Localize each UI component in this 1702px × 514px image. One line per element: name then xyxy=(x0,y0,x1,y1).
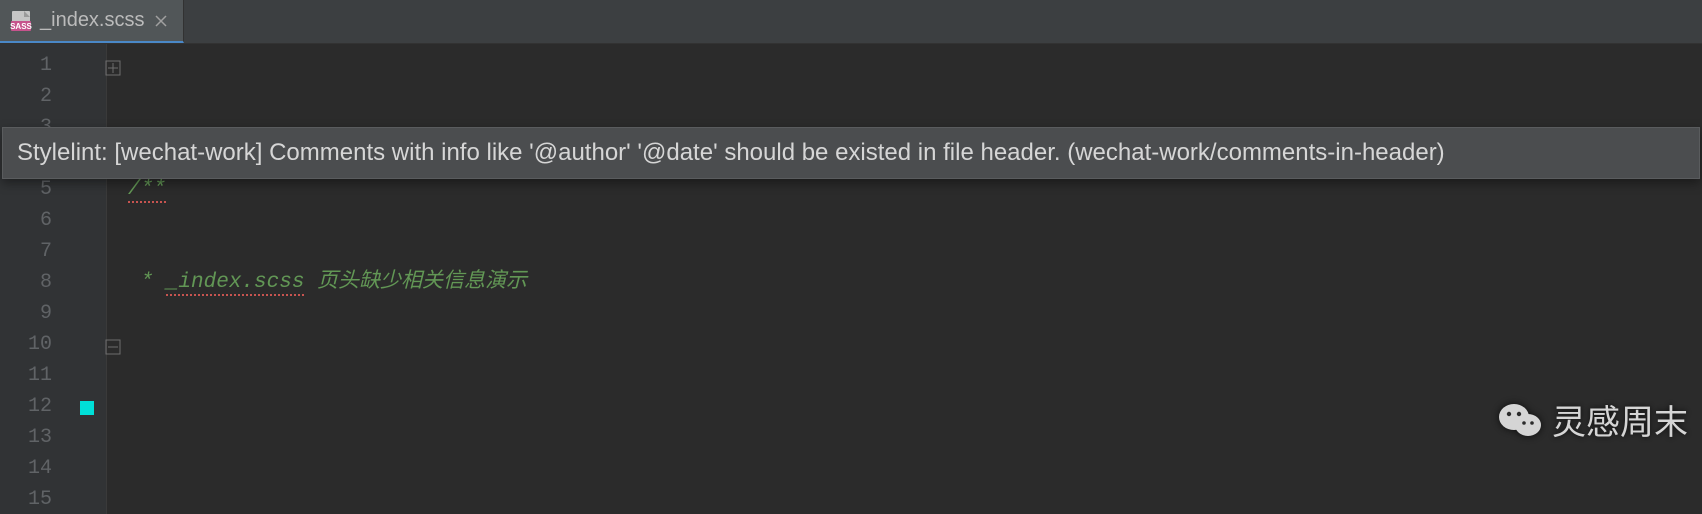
marker-gutter xyxy=(72,44,106,514)
fold-start-icon[interactable] xyxy=(105,335,123,353)
fold-gutter xyxy=(106,44,126,514)
line-number: 10 xyxy=(0,329,72,360)
fold-start-icon[interactable] xyxy=(105,56,123,74)
line-number: 13 xyxy=(0,422,72,453)
line-number: 12 xyxy=(0,391,72,422)
code-line xyxy=(126,360,1702,391)
line-number: 11 xyxy=(0,360,72,391)
code-area[interactable]: /** * _index.scss 页头缺少相关信息演示 // #common … xyxy=(126,44,1702,514)
line-number: 7 xyxy=(0,236,72,267)
code-editor[interactable]: 1 2 3 4 5 6 7 8 9 10 11 12 13 14 15 /** xyxy=(0,44,1702,514)
breakpoint-marker[interactable] xyxy=(80,401,94,415)
line-number: 9 xyxy=(0,298,72,329)
line-number-gutter: 1 2 3 4 5 6 7 8 9 10 11 12 13 14 15 xyxy=(0,44,72,514)
tab-bar: SASS _index.scss xyxy=(0,0,1702,44)
code-line xyxy=(126,453,1702,484)
close-icon[interactable] xyxy=(153,13,169,29)
line-number: 1 xyxy=(0,50,72,81)
line-number: 15 xyxy=(0,484,72,514)
line-number: 6 xyxy=(0,205,72,236)
tab-index-scss[interactable]: SASS _index.scss xyxy=(0,0,184,43)
svg-text:SASS: SASS xyxy=(10,22,32,31)
tab-filename: _index.scss xyxy=(40,9,145,32)
lint-tooltip-text: Stylelint: [wechat-work] Comments with i… xyxy=(17,139,1445,166)
code-line: * _index.scss 页头缺少相关信息演示 xyxy=(126,267,1702,298)
line-number: 14 xyxy=(0,453,72,484)
sass-file-icon: SASS xyxy=(10,10,32,32)
lint-tooltip: Stylelint: [wechat-work] Comments with i… xyxy=(2,127,1700,179)
line-number: 8 xyxy=(0,267,72,298)
line-number: 2 xyxy=(0,81,72,112)
